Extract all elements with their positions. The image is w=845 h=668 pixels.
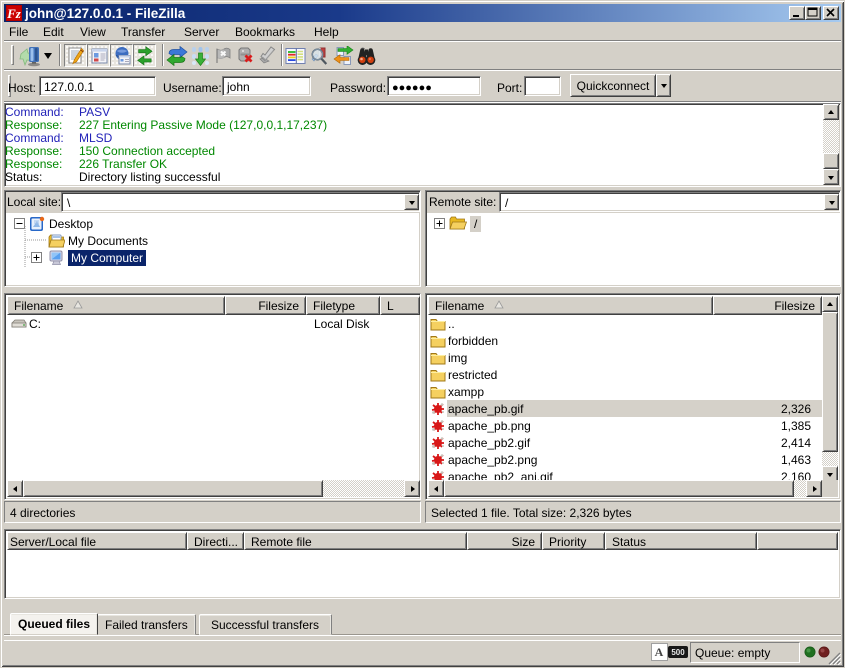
svg-text:A: A	[655, 645, 664, 659]
svg-text:500: 500	[671, 648, 685, 657]
svg-text:Fz: Fz	[6, 6, 22, 21]
